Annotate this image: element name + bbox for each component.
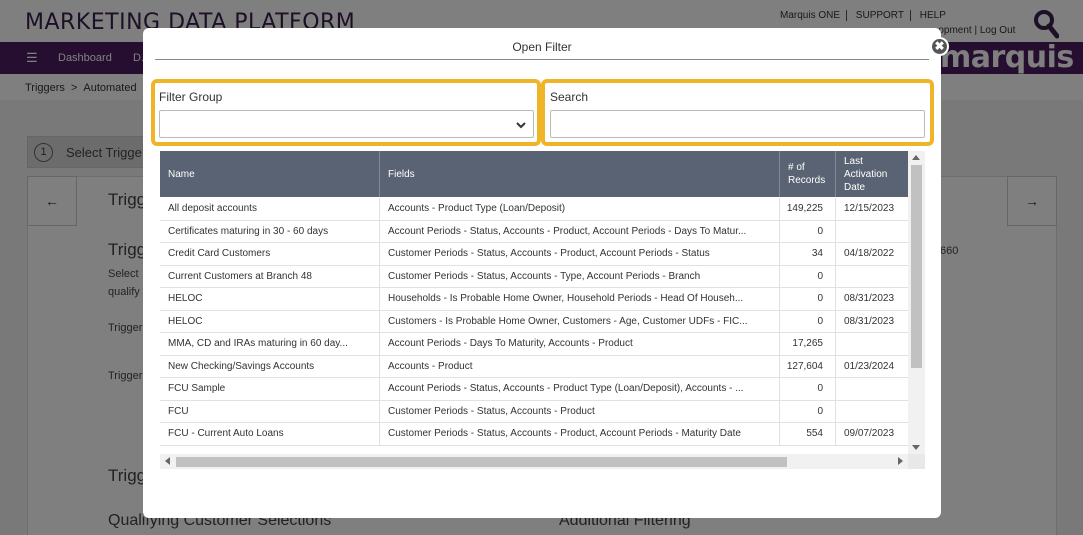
cell-fields: Customer Periods - Status, Accounts - Pr… bbox=[380, 243, 780, 265]
cell-fields: Customer Periods - Status, Accounts - Pr… bbox=[380, 400, 780, 423]
cell-name: HELOC bbox=[160, 310, 380, 333]
cell-fields: Account Periods - Days To Maturity, Acco… bbox=[380, 333, 780, 355]
cell-name: FCU - Current Auto Loans bbox=[160, 423, 380, 445]
cell-fields: Accounts - Product bbox=[380, 355, 780, 378]
cell-fields: Accounts - Product Type (Loan/Deposit) bbox=[380, 198, 780, 220]
table-header: Name Fields # of Records Last Activation… bbox=[160, 151, 908, 197]
cell-name: HELOC bbox=[160, 288, 380, 310]
cell-records: 0 bbox=[780, 378, 836, 400]
cell-records: 127,604 bbox=[780, 355, 836, 378]
scrollbar-thumb[interactable] bbox=[911, 165, 922, 368]
search-input[interactable] bbox=[550, 110, 925, 138]
cell-fields: Customer Periods - Status, Accounts - Ty… bbox=[380, 265, 780, 288]
cell-last-activation: 08/31/2023 bbox=[844, 293, 895, 304]
cell-name: Credit Card Customers bbox=[160, 243, 380, 265]
filter-group-select[interactable] bbox=[159, 110, 534, 138]
cell-fields: Account Periods - Status, Accounts - Pro… bbox=[380, 220, 780, 243]
cell-records: 17,265 bbox=[780, 333, 836, 355]
cell-fields: Households - Is Probable Home Owner, Hou… bbox=[380, 288, 780, 310]
cell-name: MMA, CD and IRAs maturing in 60 day... bbox=[160, 333, 380, 355]
cell-name: FCU bbox=[160, 400, 380, 423]
cell-last-activation: 12/15/2023 bbox=[844, 203, 895, 214]
cell-last-activation bbox=[836, 378, 908, 400]
scroll-down-icon[interactable] bbox=[912, 445, 920, 450]
cell-last-activation bbox=[836, 266, 908, 288]
scrollbar-corner bbox=[908, 454, 925, 469]
cell-records: 0 bbox=[780, 310, 836, 333]
table-row[interactable]: Certificates maturing in 30 - 60 days Acc… bbox=[160, 220, 908, 243]
table-row[interactable]: FCU Sample Account Periods - Status, Acco… bbox=[160, 378, 908, 401]
cell-records: 0 bbox=[780, 288, 836, 310]
table-row[interactable]: Current Customers at Branch 48 Customer P… bbox=[160, 265, 908, 288]
table-row[interactable]: All deposit accounts Accounts - Product T… bbox=[160, 198, 908, 221]
cell-name: Certificates maturing in 30 - 60 days bbox=[160, 220, 380, 243]
cell-records: 0 bbox=[780, 220, 836, 243]
cell-records: 149,225 bbox=[780, 198, 836, 220]
cell-name: Current Customers at Branch 48 bbox=[160, 265, 380, 288]
filter-group-label: Filter Group bbox=[159, 90, 223, 104]
scroll-right-icon[interactable] bbox=[898, 457, 903, 465]
table-row[interactable]: New Checking/Savings Accounts Accounts - … bbox=[160, 355, 908, 378]
scrollbar-thumb[interactable] bbox=[176, 457, 787, 467]
cell-fields: Customers - Is Probable Home Owner, Cust… bbox=[380, 310, 780, 333]
cell-records: 0 bbox=[780, 400, 836, 423]
table-row[interactable]: HELOC Households - Is Probable Home Owner… bbox=[160, 288, 908, 311]
cell-last-activation bbox=[836, 333, 908, 355]
column-header-last-activation[interactable]: Last Activation Date bbox=[836, 151, 908, 197]
cell-last-activation bbox=[836, 221, 908, 243]
cell-last-activation: 08/31/2023 bbox=[844, 315, 895, 327]
cell-last-activation: 09/07/2023 bbox=[844, 428, 895, 439]
table-row[interactable]: FCU - Current Auto Loans Customer Periods… bbox=[160, 423, 908, 446]
scroll-up-icon[interactable] bbox=[912, 155, 920, 160]
table-row[interactable]: HELOC Customers - Is Probable Home Owner,… bbox=[160, 310, 908, 333]
table-row[interactable]: MMA, CD and IRAs maturing in 60 day... Ac… bbox=[160, 333, 908, 356]
cell-fields: Account Periods - Status, Accounts - Pro… bbox=[380, 378, 780, 400]
table-row[interactable]: FCU Customer Periods - Status, Accounts -… bbox=[160, 400, 908, 423]
cell-name: All deposit accounts bbox=[160, 198, 380, 220]
scroll-left-icon[interactable] bbox=[165, 457, 170, 465]
column-header-name[interactable]: Name bbox=[160, 151, 380, 197]
filters-table: Name Fields # of Records Last Activation… bbox=[160, 151, 925, 469]
cell-last-activation: 04/18/2022 bbox=[844, 248, 895, 259]
column-header-fields[interactable]: Fields bbox=[380, 151, 780, 197]
cell-records: 34 bbox=[780, 243, 836, 265]
table-row[interactable]: Credit Card Customers Customer Periods - … bbox=[160, 243, 908, 266]
column-header-records[interactable]: # of Records bbox=[780, 151, 836, 197]
cell-fields: Customer Periods - Status, Accounts - Pr… bbox=[380, 423, 780, 445]
vertical-scrollbar[interactable] bbox=[908, 151, 925, 454]
search-label: Search bbox=[550, 90, 589, 104]
chevron-down-icon bbox=[516, 122, 526, 129]
cell-last-activation: 01/23/2024 bbox=[844, 360, 895, 372]
cell-last-activation bbox=[836, 401, 908, 423]
horizontal-scrollbar[interactable] bbox=[160, 454, 908, 469]
modal-title: Open Filter bbox=[155, 40, 929, 60]
cell-records: 554 bbox=[780, 423, 836, 445]
cell-records: 0 bbox=[780, 265, 836, 288]
cell-name: New Checking/Savings Accounts bbox=[160, 355, 380, 378]
cell-name: FCU Sample bbox=[160, 378, 380, 400]
close-icon[interactable]: ✖ bbox=[930, 37, 949, 56]
